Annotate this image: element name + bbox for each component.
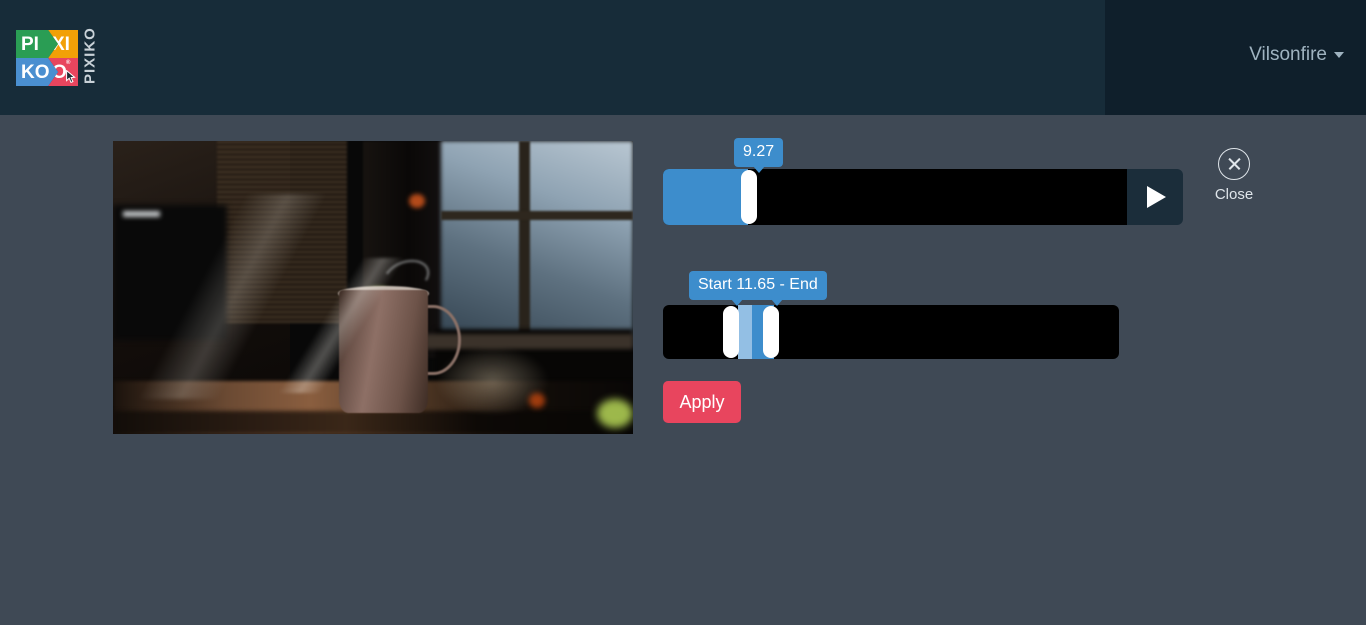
app-header: PI XI KO O ® PIXIKO Vilsonfire xyxy=(0,0,1366,115)
playback-progress-slider[interactable]: 9.27 xyxy=(663,138,1127,225)
pixiko-logo[interactable]: PI XI KO O ® PIXIKO xyxy=(16,27,102,86)
user-menu-label: Vilsonfire xyxy=(1249,44,1327,65)
progress-tooltip: 9.27 xyxy=(734,138,784,173)
logo-tile-ko-text: KO xyxy=(21,61,50,83)
close-icon xyxy=(1218,148,1250,180)
trim-range-slider[interactable]: Start 11.65 - End xyxy=(663,271,1119,359)
registered-trademark-icon: ® xyxy=(66,60,71,66)
logo-tiles: PI XI KO O ® xyxy=(16,30,78,86)
scene-light-beam-2 xyxy=(248,258,436,393)
progress-track[interactable] xyxy=(663,169,1127,225)
scene-highlight-smudge xyxy=(123,211,160,218)
trim-track[interactable] xyxy=(663,305,1119,359)
trim-handle-end[interactable] xyxy=(763,306,779,358)
user-menu[interactable]: Vilsonfire xyxy=(1249,44,1344,66)
progress-fill xyxy=(663,169,748,225)
play-icon xyxy=(1147,186,1166,208)
header-left-band xyxy=(0,0,1105,115)
editor-main: 9.27 Start 11.65 - End Apply Close xyxy=(0,115,1366,625)
cursor-arrow-icon xyxy=(66,70,76,83)
apply-button[interactable]: Apply xyxy=(663,381,741,423)
scene-window-frame-horizontal xyxy=(440,211,633,221)
trim-handle-start[interactable] xyxy=(723,306,739,358)
close-button[interactable]: Close xyxy=(1206,148,1262,203)
play-button[interactable] xyxy=(1127,169,1183,225)
video-frame-image xyxy=(113,141,633,434)
scene-window xyxy=(440,141,633,347)
trim-tooltip: Start 11.65 - End xyxy=(689,271,827,306)
scene-bokeh-light-2 xyxy=(529,392,545,408)
close-button-label: Close xyxy=(1214,186,1254,203)
scene-window-frame-vertical xyxy=(518,141,531,347)
video-preview[interactable] xyxy=(113,141,633,434)
progress-handle[interactable] xyxy=(741,170,757,224)
chevron-down-icon xyxy=(1334,52,1344,58)
scene-plant-leaf-3 xyxy=(596,398,633,429)
scene-table-edge xyxy=(113,410,633,434)
logo-tile-pi-text: PI xyxy=(21,33,39,55)
logo-wordmark: PIXIKO xyxy=(81,27,99,85)
